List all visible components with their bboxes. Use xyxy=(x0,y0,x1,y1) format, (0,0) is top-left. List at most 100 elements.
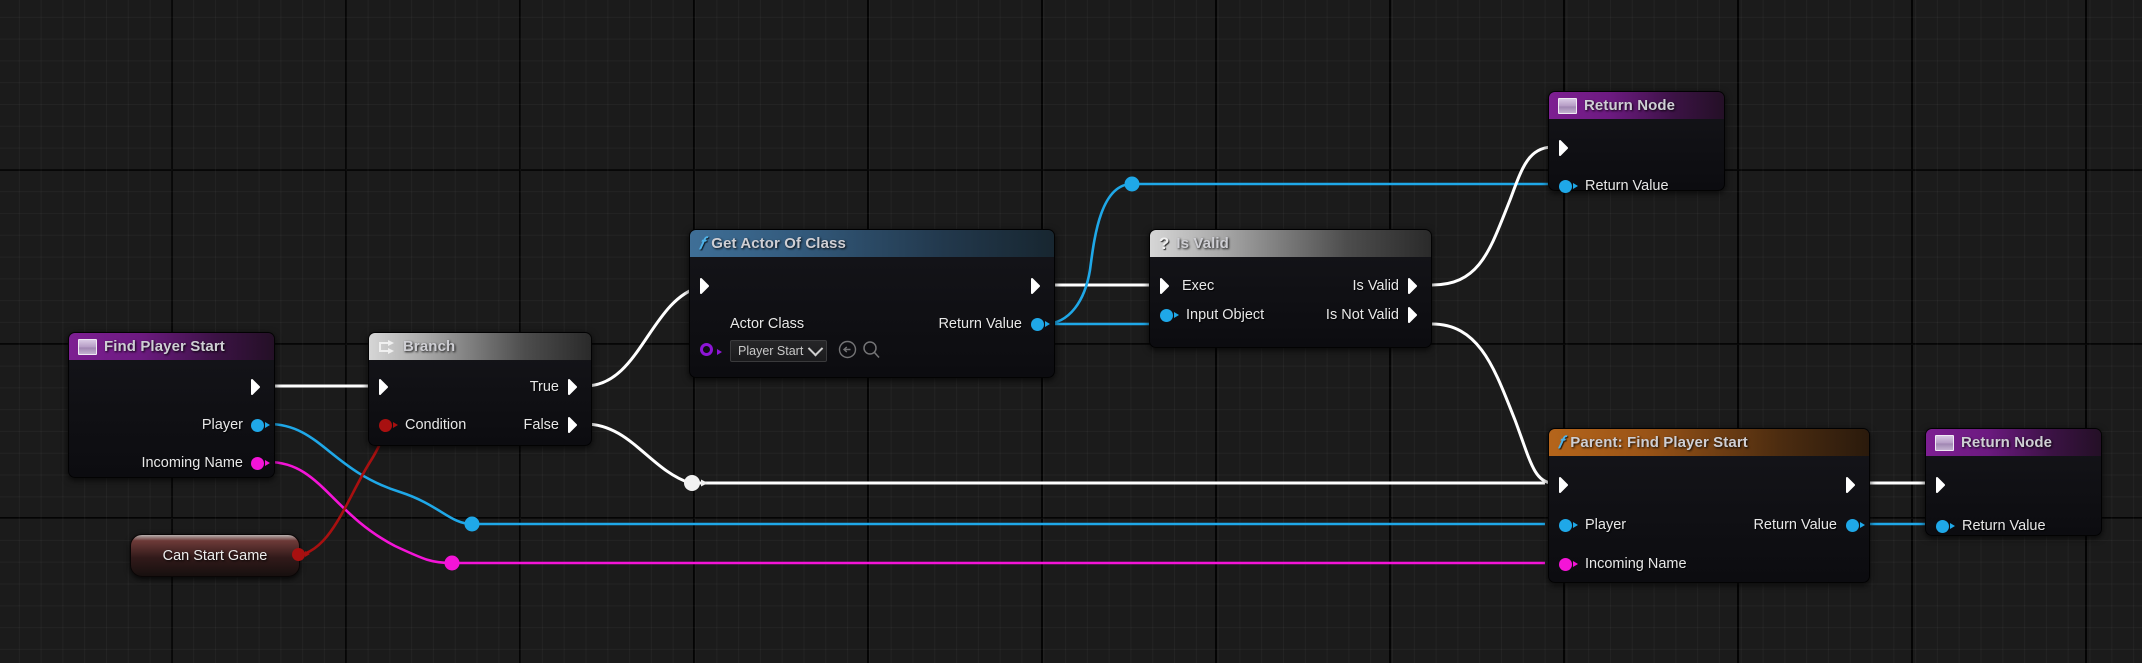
pin-label: Return Value xyxy=(1753,517,1837,533)
pin-incoming-name-out[interactable]: Incoming Name xyxy=(141,454,264,472)
pin-return-value-out[interactable]: Return Value xyxy=(1753,516,1859,534)
node-title: Branch xyxy=(403,338,455,355)
node-find-player-start[interactable]: Find Player Start Player Incoming Name xyxy=(68,332,275,478)
node-can-start-game[interactable]: Can Start Game xyxy=(130,534,300,577)
question-mark-icon: ? xyxy=(1159,235,1169,252)
object-pin-icon xyxy=(1031,318,1044,331)
pin-exec-in[interactable]: Exec xyxy=(1160,277,1214,295)
exec-pin-icon xyxy=(251,379,264,395)
chevron-down-icon xyxy=(808,340,824,356)
function-icon: 𝑓 xyxy=(1558,434,1563,451)
pin-actor-class-in[interactable]: Actor Class xyxy=(730,315,804,333)
pin-input-object-in[interactable]: Input Object xyxy=(1160,306,1264,324)
pin-label: False xyxy=(524,417,559,433)
node-title: Return Node xyxy=(1584,97,1675,114)
pin-false-out[interactable]: False xyxy=(524,416,581,434)
blueprint-graph-canvas[interactable]: Find Player Start Player Incoming Name xyxy=(0,0,2142,663)
node-parent-find-player-start[interactable]: 𝑓 Parent: Find Player Start xyxy=(1548,428,1870,583)
node-branch[interactable]: Branch Condition True xyxy=(368,332,592,446)
pin-player-in[interactable]: Player xyxy=(1559,516,1626,534)
exec-pin-icon xyxy=(1408,278,1421,294)
node-title: Can Start Game xyxy=(163,548,268,564)
object-pin-icon xyxy=(1936,520,1949,533)
pin-label: Exec xyxy=(1182,278,1214,294)
node-return-node-bottom[interactable]: Return Node Return Value xyxy=(1925,428,2102,536)
exec-pin-icon xyxy=(1936,477,1949,493)
pin-label: Condition xyxy=(405,417,466,433)
exec-pin-icon xyxy=(1559,477,1572,493)
object-pin-icon xyxy=(1160,309,1173,322)
pin-label: True xyxy=(530,379,559,395)
node-title: Get Actor Of Class xyxy=(711,235,846,252)
pin-is-not-valid-out[interactable]: Is Not Valid xyxy=(1326,306,1421,324)
pin-is-valid-out[interactable]: Is Valid xyxy=(1353,277,1421,295)
dropdown-value: Player Start xyxy=(738,344,803,358)
node-header[interactable]: Find Player Start xyxy=(69,333,274,360)
pin-label: Player xyxy=(1585,517,1626,533)
exec-pin-icon xyxy=(568,417,581,433)
name-pin-icon xyxy=(1559,558,1572,571)
exec-pin-icon xyxy=(1408,307,1421,323)
pin-label: Input Object xyxy=(1186,307,1264,323)
pin-exec-in[interactable] xyxy=(1559,139,1572,157)
pin-true-out[interactable]: True xyxy=(530,378,581,396)
pin-return-value-in[interactable]: Return Value xyxy=(1559,177,1669,195)
node-title: Parent: Find Player Start xyxy=(1570,434,1748,451)
object-pin-icon xyxy=(1559,180,1572,193)
exec-pin-icon xyxy=(1559,140,1572,156)
pin-label: Actor Class xyxy=(730,316,804,332)
result-node-icon xyxy=(1558,98,1577,114)
node-header[interactable]: Branch xyxy=(369,333,591,360)
node-header[interactable]: ? Is Valid xyxy=(1150,230,1431,257)
exec-pin-icon xyxy=(1160,278,1173,294)
pin-label: Is Not Valid xyxy=(1326,307,1399,323)
pin-player-out[interactable]: Player xyxy=(202,416,264,434)
back-arrow-icon[interactable] xyxy=(838,340,857,359)
exec-pin-icon xyxy=(1031,278,1044,294)
object-pin-icon xyxy=(1846,519,1859,532)
function-icon: 𝑓 xyxy=(699,235,704,252)
pin-label: Player xyxy=(202,417,243,433)
event-node-icon xyxy=(78,339,97,355)
name-pin-icon xyxy=(251,457,264,470)
exec-pin-icon xyxy=(700,278,713,294)
object-pin-icon xyxy=(251,419,264,432)
pin-exec-out[interactable] xyxy=(1031,277,1044,295)
pin-exec-out[interactable] xyxy=(1846,476,1859,494)
pin-label: Is Valid xyxy=(1353,278,1399,294)
node-header[interactable]: 𝑓 Get Actor Of Class xyxy=(690,230,1054,257)
object-pin-icon xyxy=(1559,519,1572,532)
node-return-node-top[interactable]: Return Node Return Value xyxy=(1548,91,1725,191)
pin-return-value-out[interactable]: Return Value xyxy=(938,315,1044,333)
pin-return-value-in[interactable]: Return Value xyxy=(1936,517,2046,535)
pin-label: Incoming Name xyxy=(141,455,243,471)
pin-exec-in[interactable] xyxy=(700,277,713,295)
branch-icon xyxy=(378,339,396,355)
pin-exec-out[interactable] xyxy=(251,378,264,396)
pin-incoming-name-in[interactable]: Incoming Name xyxy=(1559,555,1687,573)
pin-label: Return Value xyxy=(1585,178,1669,194)
exec-pin-icon xyxy=(568,379,581,395)
node-title: Is Valid xyxy=(1176,235,1229,252)
exec-pin-icon xyxy=(379,379,392,395)
bool-pin-icon xyxy=(379,419,392,432)
magnifier-icon[interactable] xyxy=(862,340,881,359)
pin-label: Incoming Name xyxy=(1585,556,1687,572)
bool-pin-icon xyxy=(292,548,305,561)
pin-label: Return Value xyxy=(1962,518,2046,534)
node-is-valid[interactable]: ? Is Valid Exec Input Object Is Valid xyxy=(1149,229,1432,348)
node-header[interactable]: Return Node xyxy=(1926,429,2101,456)
pin-exec-in[interactable] xyxy=(379,378,392,396)
actor-class-dropdown[interactable]: Player Start xyxy=(730,340,827,362)
pin-condition-in[interactable]: Condition xyxy=(379,416,466,434)
pin-exec-in[interactable] xyxy=(1936,476,1949,494)
node-get-actor-of-class[interactable]: 𝑓 Get Actor Of Class xyxy=(689,229,1055,378)
result-node-icon xyxy=(1935,435,1954,451)
node-title: Find Player Start xyxy=(104,338,225,355)
node-header[interactable]: 𝑓 Parent: Find Player Start xyxy=(1549,429,1869,456)
node-title: Return Node xyxy=(1961,434,2052,451)
node-header[interactable]: Return Node xyxy=(1549,92,1724,119)
exec-pin-icon xyxy=(1846,477,1859,493)
class-pin-icon[interactable] xyxy=(700,343,713,356)
pin-exec-in[interactable] xyxy=(1559,476,1572,494)
